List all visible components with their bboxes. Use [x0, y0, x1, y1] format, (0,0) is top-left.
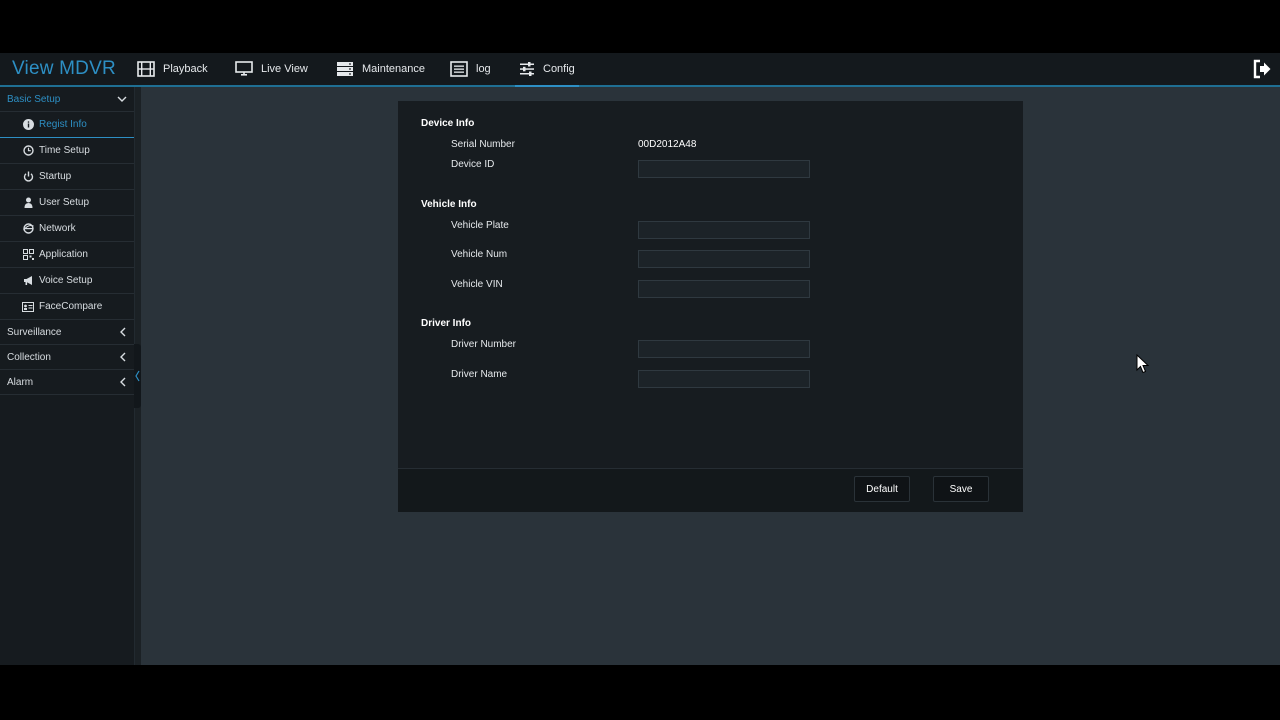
sidebar-item-facecompare[interactable]: FaceCompare [0, 294, 134, 320]
logout-icon[interactable] [1252, 59, 1272, 79]
globe-icon [22, 223, 34, 235]
device-id-input[interactable] [638, 160, 810, 178]
server-icon [337, 62, 353, 76]
nav-config[interactable]: Config [515, 53, 579, 87]
vehicle-num-label: Vehicle Num [451, 249, 508, 260]
driver-info-title: Driver Info [421, 318, 472, 329]
sidebar-group-surveillance[interactable]: Surveillance [0, 320, 134, 345]
default-button[interactable]: Default [854, 476, 910, 502]
vehicle-vin-label: Vehicle VIN [451, 279, 503, 290]
sidebar-item-label: Time Setup [39, 145, 90, 156]
qr-icon [22, 249, 34, 261]
chevron-left-icon [120, 352, 126, 362]
top-navigation-bar: View MDVR Playback Live View Maintenance [0, 53, 1280, 87]
sidebar-item-label: User Setup [39, 197, 90, 208]
nav-log[interactable]: log [450, 53, 491, 85]
app-title: View MDVR [12, 58, 116, 79]
sliders-icon [520, 62, 534, 76]
vehicle-info-title: Vehicle Info [421, 199, 477, 210]
chevron-left-icon [120, 327, 126, 337]
list-icon [450, 61, 468, 77]
info-icon [22, 119, 34, 131]
driver-name-label: Driver Name [451, 369, 508, 380]
sidebar-item-label: Voice Setup [39, 275, 93, 286]
driver-number-input[interactable] [638, 340, 810, 358]
user-icon [22, 197, 34, 209]
sidebar-group-alarm[interactable]: Alarm [0, 370, 134, 395]
film-icon [137, 61, 155, 77]
sidebar-item-label: FaceCompare [39, 301, 103, 312]
mouse-cursor-icon [1136, 354, 1150, 374]
chevron-left-icon [120, 377, 126, 387]
serial-number-value: 00D2012A48 [638, 139, 697, 150]
sidebar-item-time-setup[interactable]: Time Setup [0, 138, 134, 164]
panel-footer [398, 468, 1023, 512]
vehicle-plate-input[interactable] [638, 221, 810, 239]
sidebar-item-regist-info[interactable]: Regist Info [0, 112, 134, 138]
sidebar-item-label: Startup [39, 171, 72, 182]
device-id-label: Device ID [451, 159, 495, 170]
sidebar-item-label: Network [39, 223, 76, 234]
sidebar-item-user-setup[interactable]: User Setup [0, 190, 134, 216]
driver-name-input[interactable] [638, 370, 810, 388]
chevron-left-icon [135, 370, 140, 382]
power-icon [22, 171, 34, 183]
device-info-title: Device Info [421, 118, 475, 129]
sidebar-collapse-handle[interactable] [134, 344, 141, 408]
nav-log-label: log [476, 63, 491, 75]
clock-icon [22, 145, 34, 157]
sidebar-item-label: Application [39, 249, 88, 260]
nav-maintenance-label: Maintenance [362, 63, 425, 75]
sidebar-group-label: Collection [7, 351, 51, 363]
vehicle-vin-input[interactable] [638, 280, 810, 298]
save-button[interactable]: Save [933, 476, 989, 502]
sidebar-item-voice-setup[interactable]: Voice Setup [0, 268, 134, 294]
sidebar-item-label: Regist Info [39, 119, 87, 130]
sidebar-group-basic-setup[interactable]: Basic Setup [0, 87, 134, 112]
sidebar-group-collection[interactable]: Collection [0, 345, 134, 370]
sidebar-group-label: Alarm [7, 376, 34, 388]
nav-playback[interactable]: Playback [137, 53, 208, 85]
monitor-icon [235, 61, 253, 76]
nav-live-view[interactable]: Live View [235, 53, 308, 85]
sidebar: Basic Setup Regist Info Time Setup Start… [0, 87, 135, 665]
driver-number-label: Driver Number [451, 339, 517, 350]
sidebar-group-label: Basic Setup [7, 93, 61, 105]
sidebar-item-network[interactable]: Network [0, 216, 134, 242]
nav-live-view-label: Live View [261, 63, 308, 75]
nav-config-label: Config [543, 63, 575, 75]
sidebar-item-application[interactable]: Application [0, 242, 134, 268]
nav-maintenance[interactable]: Maintenance [336, 53, 425, 85]
chevron-down-icon [117, 96, 127, 102]
nav-playback-label: Playback [163, 63, 208, 75]
vehicle-num-input[interactable] [638, 250, 810, 268]
serial-number-label: Serial Number [451, 139, 515, 150]
megaphone-icon [22, 275, 34, 287]
sidebar-item-startup[interactable]: Startup [0, 164, 134, 190]
sidebar-group-label: Surveillance [7, 326, 62, 338]
id-card-icon [22, 301, 34, 313]
vehicle-plate-label: Vehicle Plate [451, 220, 509, 231]
